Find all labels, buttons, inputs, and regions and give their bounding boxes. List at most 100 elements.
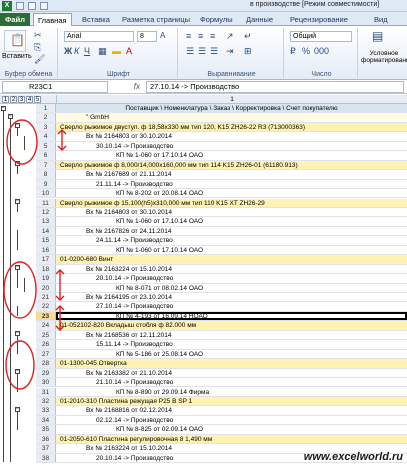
row-number[interactable]: 17 — [36, 255, 56, 264]
cell-prod[interactable]: 21.10.14 -> Производство — [56, 378, 407, 386]
cell-product[interactable]: 01-0200-680 Винт — [56, 255, 407, 264]
cell-invoice[interactable]: КП № 5-186 от 25.08.14 ОАО — [56, 350, 407, 358]
outline-level-3-button[interactable]: 3 — [18, 96, 25, 103]
row-number[interactable]: 26 — [36, 340, 56, 349]
cell-product[interactable]: 01-052102-820 Вкладыш стобля ф 82.000 мм — [56, 321, 407, 330]
row-number[interactable]: 28 — [36, 359, 56, 368]
tab-data[interactable]: Данные — [242, 13, 277, 26]
cell-product[interactable]: Сверло рыжимое двуступ. ф 18,58x330 мм т… — [56, 122, 407, 132]
conditional-format-label[interactable]: Условное форматирование — [361, 50, 407, 64]
undo-icon[interactable] — [28, 2, 36, 10]
cell-order[interactable]: Вх № 2163224 от 15.10.2014 — [56, 265, 407, 273]
cell-invoice[interactable]: КП № 8-890 от 29.09.14 Фирма — [56, 388, 407, 396]
cell-prod[interactable]: 21.11.14 -> Производство — [56, 180, 407, 188]
cell-prod[interactable]: 24.11.14 -> Производство — [56, 236, 407, 244]
row-number[interactable]: 32 — [36, 396, 56, 406]
excel-app-icon[interactable]: X — [2, 1, 12, 11]
tab-formulas[interactable]: Формулы — [196, 13, 237, 26]
row-number[interactable]: 12 — [36, 207, 56, 217]
name-box[interactable]: R23C1 — [2, 81, 108, 93]
tab-home[interactable]: Главная — [33, 13, 72, 26]
tab-insert[interactable]: Вставка — [78, 13, 114, 26]
row-number[interactable]: 19 — [36, 274, 56, 283]
cell-prod[interactable]: 15.11.14 -> Производство — [56, 340, 407, 348]
column-header-1[interactable]: 1 — [56, 95, 407, 104]
row-number[interactable]: 10 — [36, 189, 56, 198]
row-number[interactable]: 25 — [36, 330, 56, 340]
cell-prod[interactable]: 20.10.14 -> Производство — [56, 274, 407, 282]
row-number[interactable]: 8 — [36, 170, 56, 179]
row-number[interactable]: 35 — [36, 425, 56, 434]
grow-font-icon[interactable]: A — [160, 31, 165, 41]
tab-file[interactable]: Файл — [0, 13, 30, 26]
outline-level-5-button[interactable]: 5 — [34, 96, 41, 103]
cell-prod[interactable]: 27.10.14 -> Производство — [56, 302, 407, 310]
row-number[interactable]: 9 — [36, 179, 56, 189]
row-number[interactable]: 29 — [36, 368, 56, 378]
outline-level-4-button[interactable]: 4 — [26, 96, 33, 103]
cell-order[interactable]: Вх № 2167826 от 24.11.2014 — [56, 227, 407, 235]
save-icon[interactable] — [16, 2, 24, 10]
cut-icon[interactable]: ✂ — [34, 30, 42, 40]
row-number[interactable]: 22 — [36, 302, 56, 311]
row-number[interactable]: 5 — [36, 141, 56, 151]
row-number[interactable]: 14 — [36, 226, 56, 236]
cell-invoice[interactable]: КП № 8-825 от 02.09.14 ОАО — [56, 425, 407, 433]
outline-level-1-button[interactable]: 1 — [2, 96, 9, 103]
font-name-select[interactable]: Arial — [64, 31, 134, 42]
cell-order[interactable]: Вх № 2164803 от 30.10.2014 — [56, 132, 407, 140]
fill-color-icon[interactable]: ▬ — [112, 46, 121, 56]
outline-level-2-button[interactable]: 2 — [10, 96, 17, 103]
format-painter-icon[interactable]: 🖌 — [34, 54, 45, 64]
merge-cells-icon[interactable]: ⊞ — [244, 46, 252, 56]
underline-button[interactable]: Ч — [84, 46, 90, 56]
collapse-button[interactable]: − — [15, 161, 20, 166]
cell-product[interactable]: 01-1300-045 Отвертка — [56, 359, 407, 368]
collapse-button[interactable]: − — [15, 265, 20, 270]
collapse-button[interactable]: − — [8, 114, 13, 119]
row-number[interactable]: 37 — [36, 444, 56, 453]
cell-order[interactable]: Вх № 2164803 от 30.10.2014 — [56, 208, 407, 216]
row-number[interactable]: 27 — [36, 349, 56, 359]
cell-company[interactable]: " GmbH — [56, 113, 407, 122]
cell-product[interactable]: 01-2010-310 Пластина режущая P25 B SP 1 — [56, 396, 407, 406]
row-number[interactable]: 3 — [36, 122, 56, 132]
row-number[interactable]: 4 — [36, 132, 56, 141]
align-middle-icon[interactable]: ≡ — [198, 31, 203, 41]
cell-product[interactable]: 01-2050-610 Пластина регулировочная 8 1,… — [56, 434, 407, 444]
row-number[interactable]: 15 — [36, 236, 56, 245]
collapse-button[interactable]: − — [15, 123, 20, 128]
align-top-icon[interactable]: ≡ — [186, 31, 191, 41]
collapse-button[interactable]: − — [1, 106, 6, 111]
redo-icon[interactable] — [40, 2, 48, 10]
tab-review[interactable]: Рецензирование — [286, 13, 352, 26]
cell-invoice[interactable]: КП № 8-202 от 20.08.14 ОАО — [56, 189, 407, 197]
conditional-format-icon[interactable]: ▤ — [372, 30, 383, 42]
italic-button[interactable]: К — [74, 46, 79, 56]
collapse-button[interactable]: − — [15, 369, 20, 374]
paste-button[interactable]: 📋 — [4, 30, 26, 52]
cell-order[interactable]: Вх № 2164195 от 23.10.2014 — [56, 293, 407, 301]
cell-product[interactable]: Сверло рыжимое ф 8,000/14,000x160,000 мм… — [56, 160, 407, 170]
cell-invoice[interactable]: КП № 8-071 от 08.02.14 ОАО — [56, 284, 407, 292]
cell-prod[interactable]: 30.10.14 -> Производство — [56, 142, 407, 150]
cell-order[interactable]: Вх № 2168816 от 02.12.2014 — [56, 406, 407, 414]
cell-invoice[interactable]: КП № 1-060 от 17.10.14 ОАО — [56, 151, 407, 159]
row-number[interactable]: 34 — [36, 415, 56, 425]
row-number[interactable]: 30 — [36, 378, 56, 387]
align-center-icon[interactable]: ☰ — [198, 46, 206, 56]
borders-icon[interactable]: ▦ — [98, 46, 107, 56]
collapse-button[interactable]: − — [15, 407, 20, 412]
formula-input[interactable]: 27.10.14 -> Производство — [146, 81, 404, 93]
cell-order[interactable]: Вх № 2167689 от 21.11.2014 — [56, 170, 407, 178]
row-number[interactable]: 18 — [36, 264, 56, 274]
cell-product[interactable]: Сверло рыжимое ф 15,100(h5)x310,000 мм т… — [56, 198, 407, 207]
row-number[interactable]: 20 — [36, 283, 56, 292]
row-number[interactable]: 36 — [36, 434, 56, 444]
row-number[interactable]: 11 — [36, 198, 56, 207]
thousands-icon[interactable]: 000 — [314, 46, 329, 56]
cell-invoice[interactable]: КП № 4-193 от 16.09.14 НОАО — [56, 311, 407, 321]
font-size-select[interactable]: 8 — [137, 31, 157, 42]
cell-header[interactable]: Поставщик \ Номенклатура \ Заказ \ Корре… — [56, 104, 407, 113]
orientation-icon[interactable]: ↗ — [226, 31, 234, 41]
